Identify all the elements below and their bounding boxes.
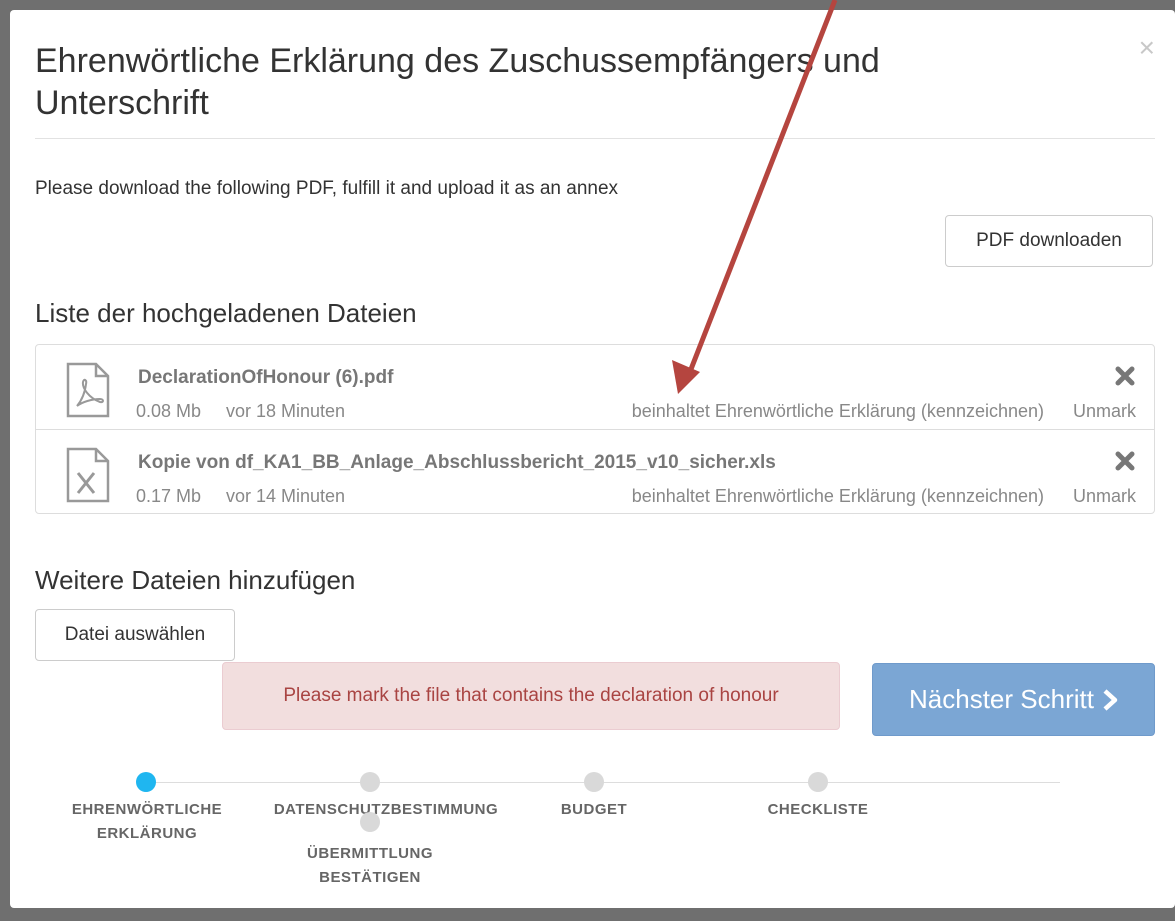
file-row: DeclarationOfHonour (6).pdf 0.08 Mb vor … bbox=[36, 345, 1154, 429]
pdf-download-button[interactable]: PDF downloaden bbox=[945, 215, 1153, 267]
step-dot-datenschutz[interactable] bbox=[360, 772, 380, 792]
delete-file-icon[interactable] bbox=[1114, 365, 1136, 387]
close-icon[interactable]: × bbox=[1139, 34, 1155, 62]
step-label-line: BESTÄTIGEN bbox=[319, 869, 421, 886]
modal-dialog: × Ehrenwörtliche Erklärung des Zuschusse… bbox=[10, 10, 1175, 908]
step-label-ehrenwoertliche[interactable]: EHRENWÖRTLICHE ERKLÄRUNG bbox=[52, 798, 242, 846]
step-dot-budget[interactable] bbox=[584, 772, 604, 792]
step-dot-ehrenwoertliche[interactable] bbox=[136, 772, 156, 792]
title-divider bbox=[35, 138, 1155, 139]
add-files-heading: Weitere Dateien hinzufügen bbox=[35, 565, 356, 595]
next-step-button[interactable]: Nächster Schritt bbox=[872, 663, 1155, 736]
mark-declaration-link[interactable]: beinhaltet Ehrenwörtliche Erklärung (ken… bbox=[632, 401, 1044, 422]
file-name[interactable]: Kopie von df_KA1_BB_Anlage_Abschlussberi… bbox=[138, 452, 776, 474]
alert-message: Please mark the file that contains the d… bbox=[222, 662, 840, 730]
step-label-budget[interactable]: BUDGET bbox=[544, 798, 644, 822]
uploaded-files-heading: Liste der hochgeladenen Dateien bbox=[35, 298, 417, 328]
step-label-datenschutz[interactable]: DATENSCHUTZBESTIMMUNG bbox=[256, 798, 516, 822]
uploaded-file-list: DeclarationOfHonour (6).pdf 0.08 Mb vor … bbox=[35, 344, 1155, 514]
chevron-right-icon bbox=[1103, 688, 1118, 711]
step-label-line: ÜBERMITTLUNG bbox=[307, 845, 433, 862]
file-upload-time: vor 14 Minuten bbox=[226, 486, 346, 506]
step-label-line: BUDGET bbox=[560, 801, 628, 818]
file-row: Kopie von df_KA1_BB_Anlage_Abschlussberi… bbox=[36, 429, 1154, 514]
step-label-line: EHRENWÖRTLICHE bbox=[71, 801, 223, 818]
file-size: 0.17 Mb bbox=[136, 486, 202, 506]
delete-file-icon[interactable] bbox=[1114, 450, 1136, 472]
file-name[interactable]: DeclarationOfHonour (6).pdf bbox=[138, 367, 393, 389]
unmark-link[interactable]: Unmark bbox=[1073, 486, 1136, 507]
unmark-link[interactable]: Unmark bbox=[1073, 401, 1136, 422]
instruction-text: Please download the following PDF, fulfi… bbox=[35, 178, 619, 199]
excel-file-icon bbox=[66, 447, 110, 503]
pdf-file-icon bbox=[66, 362, 110, 418]
modal-title: Ehrenwörtliche Erklärung des Zuschussemp… bbox=[35, 42, 880, 122]
choose-file-button[interactable]: Datei auswählen bbox=[35, 609, 235, 661]
step-label-line: CHECKLISTE bbox=[767, 801, 869, 818]
file-upload-time: vor 18 Minuten bbox=[226, 401, 346, 421]
step-dot-checkliste[interactable] bbox=[808, 772, 828, 792]
step-label-line: ERKLÄRUNG bbox=[96, 825, 198, 842]
file-size: 0.08 Mb bbox=[136, 401, 202, 421]
next-step-label: Nächster Schritt bbox=[909, 684, 1094, 714]
step-dot-uebermittlung[interactable] bbox=[360, 812, 380, 832]
mark-declaration-link[interactable]: beinhaltet Ehrenwörtliche Erklärung (ken… bbox=[632, 486, 1044, 507]
step-label-checkliste[interactable]: CHECKLISTE bbox=[748, 798, 888, 822]
step-label-uebermittlung[interactable]: ÜBERMITTLUNG BESTÄTIGEN bbox=[280, 842, 460, 890]
step-label-line: DATENSCHUTZBESTIMMUNG bbox=[273, 801, 499, 818]
